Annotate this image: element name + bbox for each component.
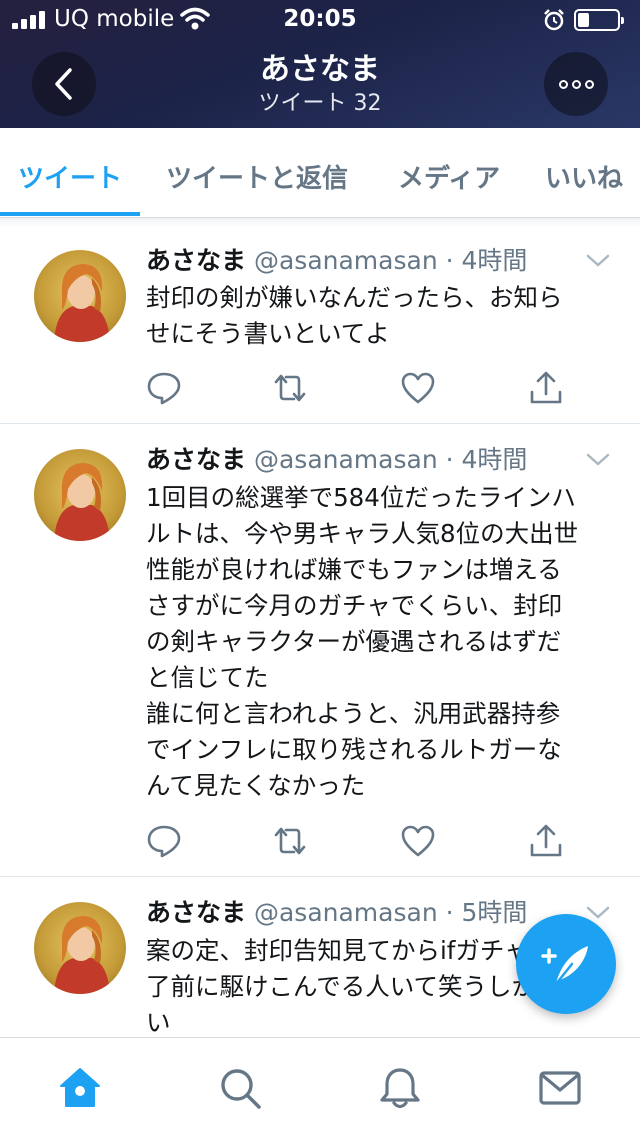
battery-level (578, 13, 589, 27)
avatar[interactable] (34, 449, 126, 541)
avatar-portrait (54, 916, 110, 994)
tweet[interactable]: あさなま @asanamasan · 4時間 封印の剣が嫌いなんだったら、お知ら… (0, 226, 640, 424)
author-handle[interactable]: @asanamasan (254, 445, 438, 474)
bottom-navigation (0, 1037, 640, 1136)
profile-tabs: ツイート ツイートと返信 メディア いいね (0, 128, 640, 218)
chevron-down-icon[interactable] (586, 254, 610, 268)
tweet[interactable]: あさなま @asanamasan · 4時間 1回目の総選挙で584位だったライ… (0, 425, 640, 877)
compose-tweet-button[interactable] (516, 914, 616, 1014)
home-icon[interactable] (58, 1066, 102, 1110)
tab-tweets[interactable]: ツイート (18, 158, 122, 195)
like-icon[interactable] (400, 823, 436, 859)
compose-feather-icon (541, 946, 588, 986)
tweet-time: · 5時間 (445, 898, 528, 927)
tweet-actions (146, 370, 576, 410)
reply-icon[interactable] (146, 823, 182, 859)
tweet-text: 1回目の総選挙で584位だったラインハ ルトは、今や男キャラ人気8位の大出世 性… (146, 483, 579, 800)
author-handle[interactable]: @asanamasan (254, 898, 438, 927)
profile-header: UQ mobile 20:05 あさなま ツイート 32 (0, 0, 640, 128)
chevron-down-icon[interactable] (586, 906, 610, 920)
more-horizontal-icon (558, 79, 594, 89)
search-icon[interactable] (218, 1066, 262, 1110)
chevron-down-icon[interactable] (586, 453, 610, 467)
alarm-icon (544, 9, 564, 31)
tab-likes[interactable]: いいね (545, 158, 623, 195)
avatar-portrait (54, 463, 110, 541)
tweet-count: ツイート 32 (258, 91, 382, 116)
battery-icon (574, 9, 624, 31)
tab-media[interactable]: メディア (398, 158, 500, 195)
retweet-icon[interactable] (272, 370, 308, 406)
status-bar: UQ mobile 20:05 (0, 0, 640, 40)
messages-icon[interactable] (538, 1066, 582, 1110)
active-tab-indicator (0, 212, 140, 216)
tweet-text: 封印の剣が嫌いなんだったら、お知ら せにそう書いといてよ (146, 283, 563, 348)
author-handle[interactable]: @asanamasan (254, 246, 438, 275)
tweet-actions (146, 823, 576, 863)
author-name[interactable]: あさなま (146, 898, 246, 927)
like-icon[interactable] (400, 370, 436, 406)
avatar[interactable] (34, 902, 126, 994)
tab-tweets-and-replies[interactable]: ツイートと返信 (166, 158, 348, 195)
tweet-time: · 4時間 (445, 246, 528, 275)
author-name[interactable]: あさなま (146, 246, 246, 275)
more-options-button[interactable] (544, 52, 608, 116)
avatar[interactable] (34, 250, 126, 342)
notifications-icon[interactable] (378, 1066, 422, 1110)
reply-icon[interactable] (146, 370, 182, 406)
share-icon[interactable] (528, 823, 564, 859)
share-icon[interactable] (528, 370, 564, 406)
retweet-icon[interactable] (272, 823, 308, 859)
author-name[interactable]: あさなま (146, 445, 246, 474)
avatar-portrait (54, 264, 110, 342)
tweet-time: · 4時間 (445, 445, 528, 474)
